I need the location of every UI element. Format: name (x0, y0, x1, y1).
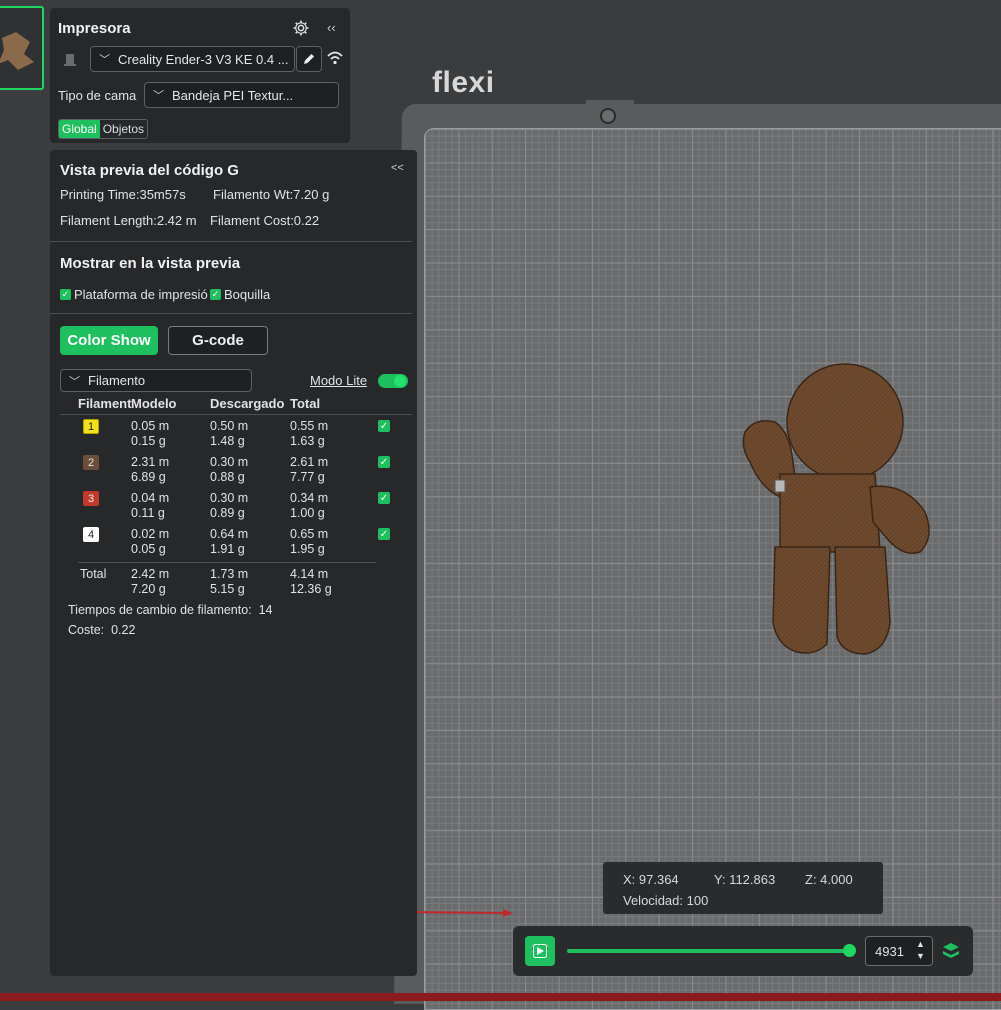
total-label: Total (80, 567, 107, 581)
filament-swatch-3[interactable]: 3 (83, 491, 99, 506)
filament-swatch-1[interactable]: 1 (83, 419, 99, 434)
chevron-down-icon: ﹀ (153, 90, 164, 102)
edit-printer-button[interactable] (296, 46, 322, 72)
option-build-plate[interactable]: ✓ Plataforma de impresió (60, 287, 208, 302)
total-model: 2.42 m 7.20 g (131, 567, 170, 596)
progress-slider-handle[interactable] (843, 944, 856, 957)
status-strip (0, 993, 1001, 1001)
chevron-down-icon: ﹀ (99, 54, 110, 66)
build-plate-screw (600, 108, 616, 124)
filament-length: Filament Length:2.42 m (60, 213, 197, 228)
divider (60, 414, 412, 415)
table-cell: 0.65 m 1.95 g (290, 527, 329, 556)
view-type-select[interactable]: ﹀ Filamento (60, 369, 252, 392)
show-in-preview-title: Mostrar en la vista previa (60, 255, 241, 272)
speed-readout: Velocidad: 100 (623, 893, 709, 908)
wifi-icon[interactable] (326, 50, 344, 66)
pencil-icon (304, 54, 314, 64)
table-cell: 0.64 m 1.91 g (210, 527, 249, 556)
filament-weight: Filamento Wt:7.20 g (213, 187, 330, 202)
table-cell: 0.02 m 0.05 g (131, 527, 170, 556)
checkbox-checked-icon[interactable]: ✓ (210, 289, 221, 300)
layer-spinbox[interactable]: 4931 ▲ ▼ (865, 936, 933, 966)
table-cell: 0.50 m 1.48 g (210, 419, 249, 448)
spin-up-icon[interactable]: ▲ (916, 939, 925, 949)
table-cell: 0.55 m 1.63 g (290, 419, 329, 448)
color-show-button[interactable]: Color Show (60, 326, 158, 355)
cost-summary: Coste: 0.22 (68, 623, 136, 637)
table-cell: 0.30 m 0.88 g (210, 455, 249, 484)
table-cell: 2.31 m 6.89 g (131, 455, 170, 484)
col-header-total: Total (290, 396, 321, 411)
bed-type-select[interactable]: ﹀ Bandeja PEI Textur... (144, 82, 339, 108)
printer-panel-title: Impresora (58, 20, 131, 37)
gcode-panel-title: Vista previa del código G (60, 162, 239, 179)
printer-icon (64, 54, 76, 66)
layers-icon[interactable] (941, 941, 961, 961)
progress-slider-track[interactable] (567, 949, 851, 953)
col-header-flushed: Descargado (210, 396, 285, 411)
collapse-panel-button[interactable]: << (391, 162, 404, 174)
divider (78, 562, 376, 563)
table-cell: 2.61 m 7.77 g (290, 455, 329, 484)
filament-visible-checkbox[interactable]: ✓ (378, 528, 390, 540)
play-button[interactable] (525, 936, 555, 966)
table-cell: 0.05 m 0.15 g (131, 419, 170, 448)
chevron-down-icon: ﹀ (69, 375, 80, 388)
filament-visible-checkbox[interactable]: ✓ (378, 492, 390, 504)
col-header-filament: Filament (78, 396, 132, 411)
printer-select[interactable]: ﹀ Creality Ender-3 V3 KE 0.4 ... (90, 46, 295, 72)
filament-cost: Filament Cost:0.22 (210, 213, 320, 228)
filament-visible-checkbox[interactable]: ✓ (378, 456, 390, 468)
checkbox-checked-icon[interactable]: ✓ (60, 289, 71, 300)
spin-down-icon[interactable]: ▼ (916, 951, 925, 961)
bed-type-label: Tipo de cama (58, 88, 137, 103)
filament-visible-checkbox[interactable]: ✓ (378, 420, 390, 432)
filament-swatch-2[interactable]: 2 (83, 455, 99, 470)
divider (50, 313, 412, 314)
printer-panel: Impresora ‹‹ ﹀ Creality Ender-3 V3 KE 0.… (50, 8, 350, 143)
total-flushed: 1.73 m 5.15 g (210, 567, 249, 596)
tab-global[interactable]: Global (59, 120, 100, 138)
gear-icon[interactable] (292, 19, 310, 37)
gcode-playback-bar: 4931 ▲ ▼ (513, 926, 973, 976)
bed-brand-label: flexi (432, 66, 495, 99)
lite-mode-toggle[interactable] (378, 374, 408, 388)
play-icon (533, 944, 547, 958)
layer-value: 4931 (875, 944, 904, 959)
table-cell: 0.30 m 0.89 g (210, 491, 249, 520)
collapse-chevrons-icon[interactable]: ‹‹ (327, 20, 336, 35)
gcode-button[interactable]: G-code (168, 326, 268, 355)
gcode-preview-panel: Vista previa del código G << Printing Ti… (50, 150, 417, 976)
object-thumbnail[interactable] (0, 6, 44, 90)
coord-y: Y: 112.863 (714, 872, 776, 887)
model-thumbnail-icon (0, 32, 34, 70)
table-cell: 0.34 m 1.00 g (290, 491, 329, 520)
total-total: 4.14 m 12.36 g (290, 567, 332, 596)
col-header-model: Modelo (131, 396, 177, 411)
option-nozzle[interactable]: ✓ Boquilla (210, 287, 270, 302)
filament-change-times: Tiempos de cambio de filamento: 14 (68, 603, 273, 617)
filament-swatch-4[interactable]: 4 (83, 527, 99, 542)
coordinates-panel: X: 97.364 Y: 112.863 Z: 4.000 Velocidad:… (603, 862, 883, 914)
table-cell: 0.04 m 0.11 g (131, 491, 170, 520)
scope-toggle: Global Objetos (58, 119, 149, 139)
3d-model-figure[interactable] (735, 362, 935, 662)
printing-time: Printing Time:35m57s (60, 187, 186, 202)
lite-mode-label: Modo Lite (310, 373, 368, 388)
tab-objects[interactable]: Objetos (99, 120, 148, 138)
coord-z: Z: 4.000 (805, 872, 853, 887)
divider (50, 241, 412, 242)
coord-x: X: 97.364 (623, 872, 679, 887)
